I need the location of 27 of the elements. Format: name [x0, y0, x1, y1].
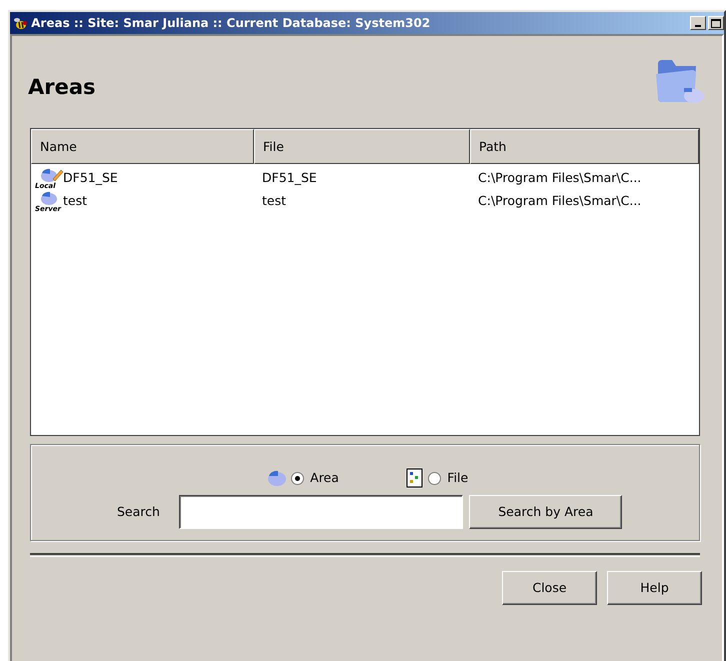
area-name[interactable]: test — [63, 192, 88, 211]
pie-icon — [266, 469, 288, 487]
path-cell: C:\Program Files\Smar\C... — [478, 193, 642, 208]
help-button[interactable]: Help — [607, 571, 702, 606]
pie-pencil-icon — [39, 167, 63, 184]
area-name[interactable]: DF51_SE — [63, 169, 118, 188]
maximize-button[interactable] — [708, 16, 724, 30]
minimize-button[interactable] — [690, 16, 706, 30]
radio-label[interactable]: Area — [310, 468, 339, 488]
column-header[interactable]: File — [254, 129, 470, 164]
file-cell: test — [262, 193, 286, 208]
path-cell: C:\Program Files\Smar\C... — [478, 170, 642, 185]
radio-button[interactable] — [290, 472, 304, 484]
search-label: Search — [117, 502, 161, 521]
dialog-heading: Areas — [28, 74, 96, 102]
maximize-icon — [711, 18, 721, 28]
window-title: Areas :: Site: Smar Juliana :: Current Database: System302 — [31, 15, 430, 32]
bee-icon — [12, 15, 28, 31]
document-icon — [404, 467, 425, 489]
file-cell: DF51_SE — [262, 170, 317, 185]
radio-button[interactable] — [428, 472, 442, 484]
column-header[interactable]: Path — [470, 129, 699, 164]
search-by-area-button[interactable]: Search by Area — [469, 495, 622, 530]
radio-label[interactable]: File — [447, 468, 468, 488]
column-header[interactable]: Name — [31, 129, 254, 164]
close-button[interactable]: Close — [502, 571, 597, 606]
search-field[interactable] — [179, 495, 463, 530]
